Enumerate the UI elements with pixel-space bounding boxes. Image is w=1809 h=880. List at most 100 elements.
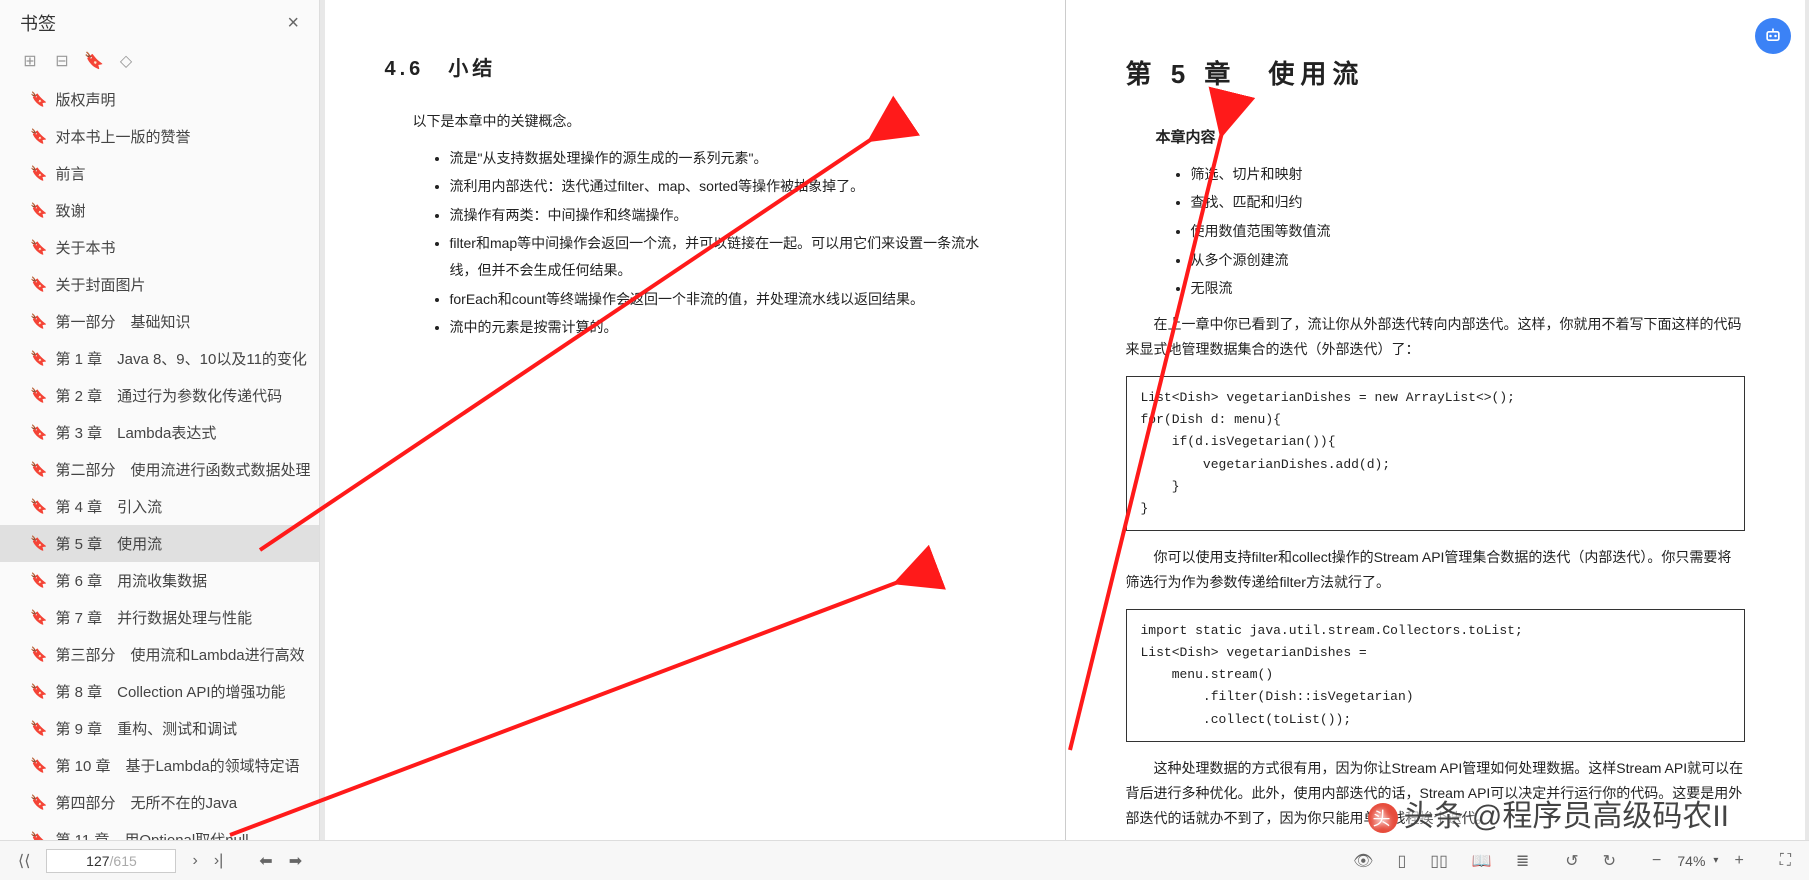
bookmark-icon: 🔖 [30, 165, 47, 182]
bookmark-label: 第 6 章 用流收集数据 [55, 570, 207, 591]
toc-item: 使用数值范围等数值流 [1191, 218, 1745, 245]
last-page-icon[interactable]: ›| [206, 852, 231, 870]
bookmark-label: 第 7 章 并行数据处理与性能 [55, 607, 252, 628]
page-total: /615 [110, 853, 137, 869]
bookmark-item[interactable]: 🔖 第 6 章 用流收集数据 [0, 562, 319, 599]
bookmark-icon: 🔖 [30, 572, 47, 589]
book-view-icon[interactable]: 📖 [1464, 851, 1500, 871]
bookmark-item[interactable]: 🔖第 5 章 使用流 [0, 525, 319, 562]
chapter-title: 第 5 章 使用流 [1126, 50, 1745, 99]
bookmark-label: 版权声明 [55, 89, 115, 110]
bookmark-item[interactable]: 🔖 关于封面图片 [0, 266, 319, 303]
bookmark-label: 第 3 章 Lambda表达式 [55, 422, 216, 443]
bookmark-item[interactable]: 🔖 第 9 章 重构、测试和调试 [0, 710, 319, 747]
bookmark-icon: 🔖 [30, 276, 47, 293]
bookmark-label: 前言 [55, 163, 85, 184]
bookmark-label: 第 10 章 基于Lambda的领域特定语 [55, 755, 299, 776]
bookmark-item[interactable]: 🔖 版权声明 [0, 81, 319, 118]
bookmark-item[interactable]: 🔖 致谢 [0, 192, 319, 229]
eye-icon[interactable]: 👁 [1345, 851, 1381, 871]
bookmark-item[interactable]: 🔖 第 3 章 Lambda表达式 [0, 414, 319, 451]
bookmark-sidebar: 书签 × ⊞ ⊟ 🔖 ◇ 🔖版权声明🔖对本书上一版的赞誉🔖前言🔖致谢🔖关于本书🔖… [0, 0, 320, 840]
bookmark-item[interactable]: 🔖 第 7 章 并行数据处理与性能 [0, 599, 319, 636]
bottom-toolbar: ⟨⟨ 127/615 › ›| ⬅ ➡ 👁 ▯ ▯▯ 📖 ≣ ↺ ↻ − 74%… [0, 840, 1809, 880]
zoom-out-icon[interactable]: − [1644, 852, 1669, 870]
bookmark-list[interactable]: 🔖版权声明🔖对本书上一版的赞誉🔖前言🔖致谢🔖关于本书🔖关于封面图片🔖第一部分 基… [0, 81, 319, 840]
zoom-in-icon[interactable]: + [1726, 852, 1751, 870]
assistant-floating-button[interactable] [1755, 18, 1791, 54]
bookmark-label: 致谢 [55, 200, 85, 221]
bullet-item: 流是"从支持数据处理操作的源生成的一系列元素"。 [450, 145, 1005, 172]
bookmark-outline-icon[interactable]: ◇ [116, 51, 136, 71]
bookmark-icon: 🔖 [30, 461, 47, 478]
bookmark-icon: 🔖 [30, 535, 47, 552]
continuous-icon[interactable]: ≣ [1508, 851, 1537, 871]
bookmark-icon: 🔖 [30, 387, 47, 404]
bookmark-item[interactable]: 🔖 第 1 章 Java 8、9、10以及11的变化 [0, 340, 319, 377]
bookmark-item[interactable]: 🔖 第二部分 使用流进行函数式数据处理 [0, 451, 319, 488]
code-block-1: List<Dish> vegetarianDishes = new ArrayL… [1126, 376, 1745, 531]
bookmark-icon: 🔖 [30, 239, 47, 256]
bookmark-icon: 🔖 [30, 350, 47, 367]
bookmark-label: 第 2 章 通过行为参数化传递代码 [55, 385, 282, 406]
two-page-icon[interactable]: ▯▯ [1422, 851, 1456, 871]
toc-item: 查找、匹配和归约 [1191, 189, 1745, 216]
bookmark-item[interactable]: 🔖 对本书上一版的赞誉 [0, 118, 319, 155]
toc-item: 无限流 [1191, 275, 1745, 302]
bookmark-label: 第二部分 使用流进行函数式数据处理 [55, 459, 310, 480]
summary-bullets: 流是"从支持数据处理操作的源生成的一系列元素"。流利用内部迭代：迭代通过filt… [450, 145, 1005, 341]
nav-forward-icon[interactable]: ➡ [281, 851, 310, 871]
bookmark-label: 第 1 章 Java 8、9、10以及11的变化 [55, 348, 306, 369]
intro-text: 以下是本章中的关键概念。 [385, 108, 1005, 135]
bookmark-item[interactable]: 🔖 第 2 章 通过行为参数化传递代码 [0, 377, 319, 414]
bullet-item: 流操作有两类：中间操作和终端操作。 [450, 202, 1005, 229]
bookmark-label: 关于封面图片 [55, 274, 145, 295]
left-page: 4.6 小结 以下是本章中的关键概念。 流是"从支持数据处理操作的源生成的一系列… [325, 0, 1065, 840]
bookmark-icon: 🔖 [30, 91, 47, 108]
expand-icon[interactable]: ⊞ [20, 51, 40, 71]
bookmark-icon: 🔖 [30, 128, 47, 145]
fullscreen-icon[interactable]: ⛶ [1772, 852, 1799, 870]
rotate-left-icon[interactable]: ↺ [1557, 851, 1586, 871]
bullet-item: filter和map等中间操作会返回一个流，并可以链接在一起。可以用它们来设置一… [450, 230, 1005, 283]
bullet-item: 流利用内部迭代：迭代通过filter、map、sorted等操作被抽象掉了。 [450, 173, 1005, 200]
chapter-contents: 筛选、切片和映射查找、匹配和归约使用数值范围等数值流从多个源创建流无限流 [1191, 161, 1745, 302]
bookmark-icon: 🔖 [30, 609, 47, 626]
bookmark-icon: 🔖 [30, 720, 47, 737]
single-page-icon[interactable]: ▯ [1389, 851, 1414, 871]
next-page-icon[interactable]: › [184, 852, 205, 870]
bookmark-item[interactable]: 🔖 第三部分 使用流和Lambda进行高效 [0, 636, 319, 673]
view-controls: 👁 ▯ ▯▯ 📖 ≣ ↺ ↻ − 74% ▾ + ⛶ [1345, 851, 1799, 871]
zoom-dropdown-icon[interactable]: ▾ [1713, 855, 1718, 866]
bookmark-add-icon[interactable]: 🔖 [84, 51, 104, 71]
bookmark-item[interactable]: 🔖第一部分 基础知识 [0, 303, 319, 340]
bookmark-item[interactable]: 🔖 第 10 章 基于Lambda的领域特定语 [0, 747, 319, 784]
bookmark-item[interactable]: 🔖第四部分 无所不在的Java [0, 784, 319, 821]
bookmark-label: 第 9 章 重构、测试和调试 [55, 718, 237, 739]
bookmark-item[interactable]: 🔖第 8 章 Collection API的增强功能 [0, 673, 319, 710]
bookmark-label: 第一部分 基础知识 [55, 311, 190, 332]
prev-page-start-icon[interactable]: ⟨⟨ [10, 851, 38, 871]
zoom-level[interactable]: 74% [1677, 853, 1705, 869]
rotate-right-icon[interactable]: ↻ [1595, 851, 1624, 871]
nav-back-icon[interactable]: ⬅ [251, 851, 280, 871]
page-number-box[interactable]: 127/615 [46, 849, 176, 873]
bookmark-label: 第三部分 使用流和Lambda进行高效 [55, 644, 304, 665]
bookmark-icon: 🔖 [30, 202, 47, 219]
bookmark-item[interactable]: 🔖第 11 章 用Optional取代null [0, 821, 319, 840]
sidebar-header: 书签 × [0, 0, 319, 46]
bookmark-label: 对本书上一版的赞誉 [55, 126, 190, 147]
bookmark-label: 第 8 章 Collection API的增强功能 [55, 681, 285, 702]
bookmark-label: 第 11 章 用Optional取代null [55, 829, 248, 840]
bookmark-label: 第 4 章 引入流 [55, 496, 162, 517]
collapse-icon[interactable]: ⊟ [52, 51, 72, 71]
bookmark-icon: 🔖 [30, 646, 47, 663]
page-content: 4.6 小结 以下是本章中的关键概念。 流是"从支持数据处理操作的源生成的一系列… [320, 0, 1809, 840]
para-1: 在上一章中你已看到了，流让你从外部迭代转向内部迭代。这样，你就用不着写下面这样的… [1126, 312, 1745, 362]
bookmark-item[interactable]: 🔖第 4 章 引入流 [0, 488, 319, 525]
close-icon[interactable]: × [287, 12, 299, 35]
bookmark-item[interactable]: 🔖关于本书 [0, 229, 319, 266]
bookmark-item[interactable]: 🔖 前言 [0, 155, 319, 192]
bookmark-icon: 🔖 [30, 424, 47, 441]
bookmark-icon: 🔖 [30, 757, 47, 774]
